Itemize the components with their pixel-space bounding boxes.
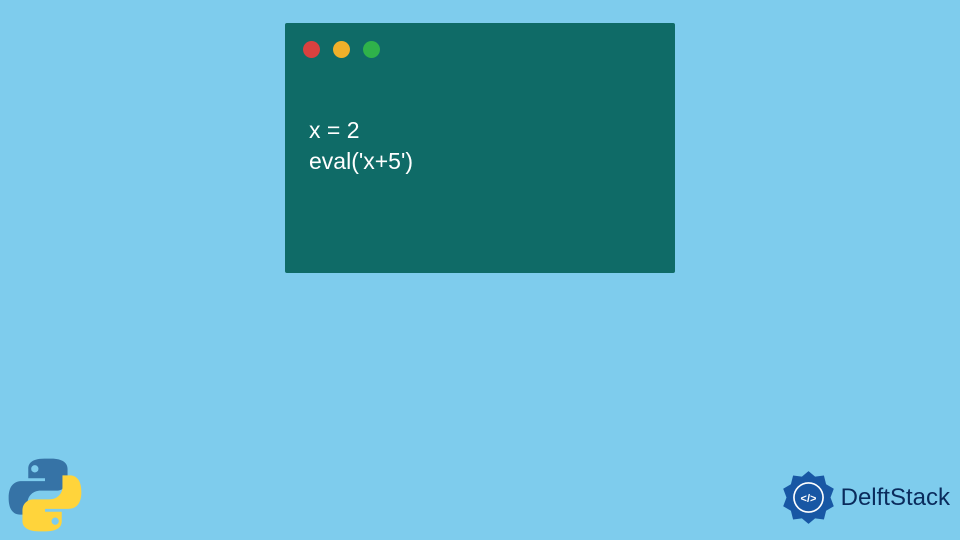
traffic-lights xyxy=(303,41,380,58)
delftstack-badge-icon: </> xyxy=(781,470,836,525)
delftstack-label: DelftStack xyxy=(841,484,950,512)
svg-text:</>: </> xyxy=(800,493,816,505)
code-window: x = 2 eval('x+5') xyxy=(285,23,675,273)
code-block: x = 2 eval('x+5') xyxy=(309,115,413,177)
minimize-icon xyxy=(333,41,350,58)
maximize-icon xyxy=(363,41,380,58)
python-logo-icon xyxy=(5,455,85,535)
close-icon xyxy=(303,41,320,58)
code-line: x = 2 xyxy=(309,115,413,146)
code-line: eval('x+5') xyxy=(309,146,413,177)
delftstack-logo: </> DelftStack xyxy=(781,470,950,525)
